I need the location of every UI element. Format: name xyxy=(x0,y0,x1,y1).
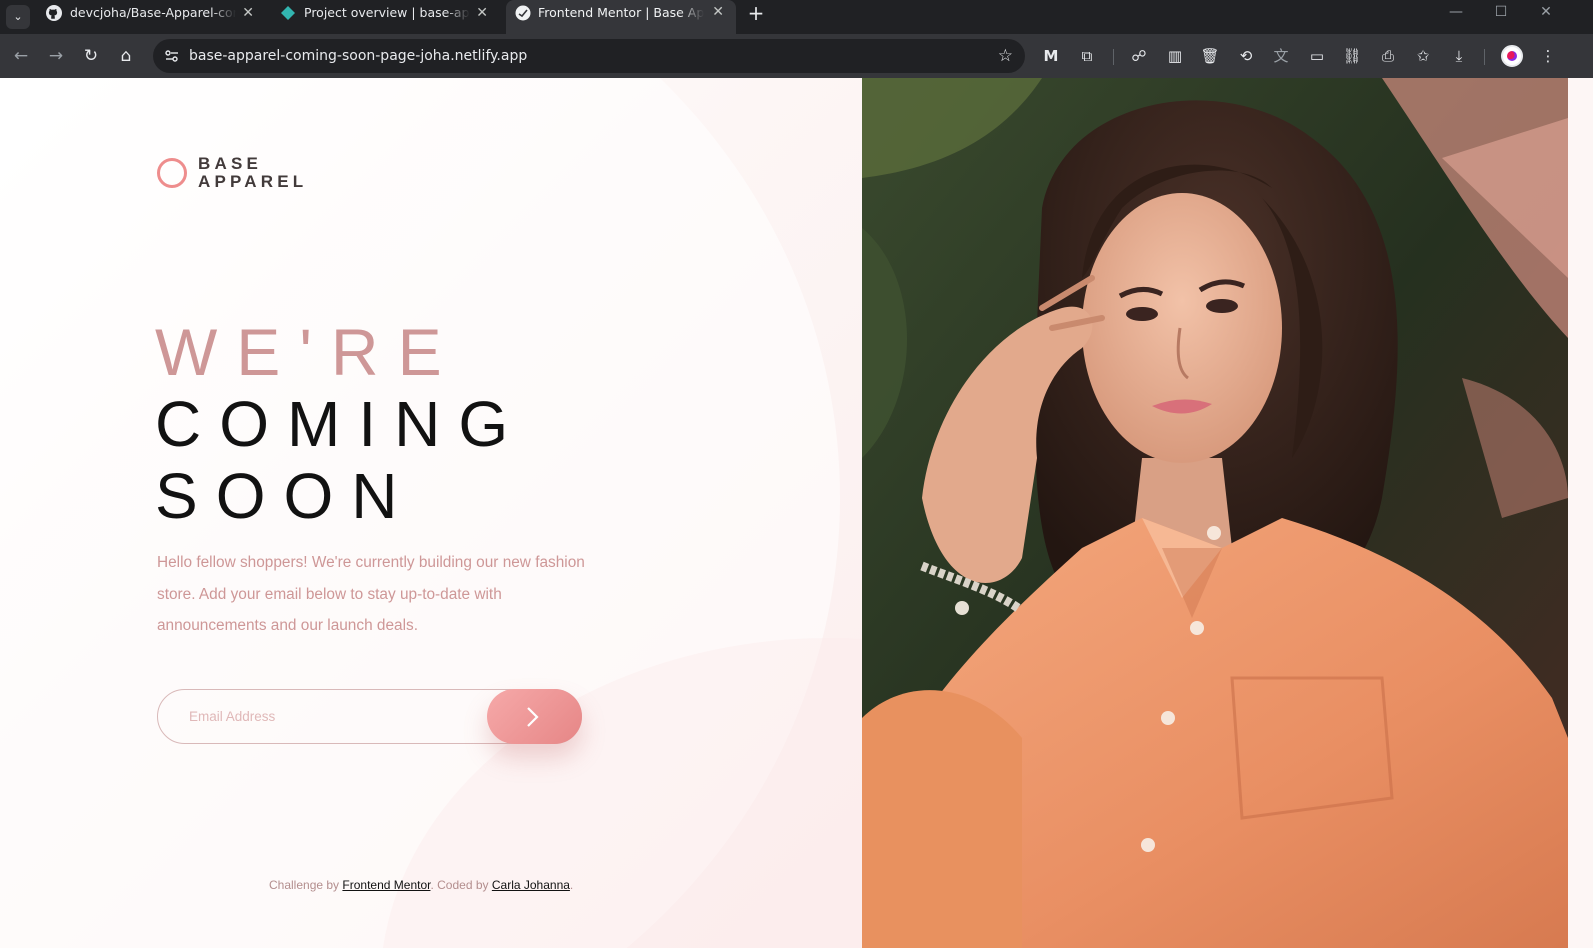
logo-line-1: BASE xyxy=(198,154,263,173)
frontend-mentor-icon xyxy=(515,5,531,21)
tab-strip: ⌄ devcjoha/Base-Apparel-coming-soon-page… xyxy=(0,0,1593,34)
woman-portrait-image xyxy=(862,78,1568,948)
page-viewport: BASE APPAREL WE'RE COMING SOON Hello fel… xyxy=(0,78,1568,948)
forward-icon[interactable]: → xyxy=(44,44,68,68)
close-window-button[interactable]: ✕ xyxy=(1531,2,1561,22)
toolbar-divider xyxy=(1484,49,1485,65)
address-bar[interactable]: base-apparel-coming-soon-page-joha.netli… xyxy=(153,39,1025,73)
hero-image xyxy=(862,78,1568,948)
maximize-button[interactable]: ☐ xyxy=(1486,2,1516,22)
reload-icon[interactable]: ↻ xyxy=(79,44,103,68)
trash-icon[interactable]: 🗑 xyxy=(1199,45,1221,67)
submit-button[interactable] xyxy=(487,689,582,744)
more-menu-icon[interactable]: ⋮ xyxy=(1537,45,1559,67)
close-icon[interactable]: ✕ xyxy=(712,0,724,25)
url-text: base-apparel-coming-soon-page-joha.netli… xyxy=(189,48,528,64)
bookmark-star-icon[interactable]: ☆ xyxy=(998,46,1013,66)
browser-toolbar: ← → ↻ ⌂ base-apparel-coming-soon-page-jo… xyxy=(0,34,1593,78)
tab-github[interactable]: devcjoha/Base-Apparel-coming-soon-page ✕ xyxy=(0,0,266,26)
profile-avatar[interactable] xyxy=(1501,45,1523,67)
cast-icon[interactable]: ▭ xyxy=(1306,45,1328,67)
history-icon[interactable]: ⟲ xyxy=(1235,45,1257,67)
headline-light: WE'RE xyxy=(155,315,461,389)
arrow-right-icon xyxy=(527,707,539,727)
close-icon[interactable]: ✕ xyxy=(476,0,488,26)
tab-title: Project overview | base-apparel-coming xyxy=(304,5,470,20)
tab-frontend-mentor[interactable]: Frontend Mentor | Base Apparel coming ✕ xyxy=(506,0,736,34)
headline-dark-1: COMING xyxy=(155,388,527,460)
toolbar-divider xyxy=(1113,49,1114,65)
attribution-prefix: Challenge by xyxy=(269,878,340,892)
translate-icon[interactable]: 文 xyxy=(1270,45,1292,67)
tab-netlify[interactable]: Project overview | base-apparel-coming ✕ xyxy=(234,0,500,26)
minimize-button[interactable]: — xyxy=(1441,2,1471,22)
github-icon xyxy=(46,5,62,21)
link-icon[interactable]: ⛓ xyxy=(1341,45,1363,67)
back-icon[interactable]: ← xyxy=(9,44,33,68)
netlify-icon xyxy=(281,6,295,20)
email-form xyxy=(157,689,582,744)
tab-title: Frontend Mentor | Base Apparel coming xyxy=(538,5,704,20)
scrollbar-track[interactable] xyxy=(1568,78,1593,948)
logo-text: BASE APPAREL xyxy=(198,155,307,191)
headline-dark-2: SOON xyxy=(155,460,416,532)
attribution-middle: . Coded by xyxy=(430,878,489,892)
new-tab-button[interactable]: + xyxy=(746,2,766,24)
reading-mode-icon[interactable]: ▥ xyxy=(1164,45,1186,67)
m-extension-icon[interactable]: M xyxy=(1040,45,1062,67)
content-panel: BASE APPAREL WE'RE COMING SOON Hello fel… xyxy=(0,78,862,948)
download-icon[interactable]: ⤓ xyxy=(1448,45,1470,67)
logo-ring-icon xyxy=(157,158,187,188)
incognito-icon[interactable]: ☍ xyxy=(1128,45,1150,67)
home-icon[interactable]: ⌂ xyxy=(114,44,138,68)
page-title: WE'RE COMING SOON xyxy=(155,316,526,532)
attribution-suffix: . xyxy=(569,878,574,892)
favorites-icon[interactable]: ✩ xyxy=(1412,45,1434,67)
author-link[interactable]: Carla Johanna xyxy=(492,878,570,892)
logo-line-2: APPAREL xyxy=(198,172,308,191)
tab-title: devcjoha/Base-Apparel-coming-soon-page xyxy=(70,5,236,20)
extensions-icon[interactable]: ⧉ xyxy=(1076,45,1098,67)
frontend-mentor-link[interactable]: Frontend Mentor xyxy=(342,878,430,892)
intro-text: Hello fellow shoppers! We're currently b… xyxy=(157,554,585,634)
site-settings-icon[interactable] xyxy=(163,47,181,65)
print-icon[interactable]: ⎙ xyxy=(1377,45,1399,67)
